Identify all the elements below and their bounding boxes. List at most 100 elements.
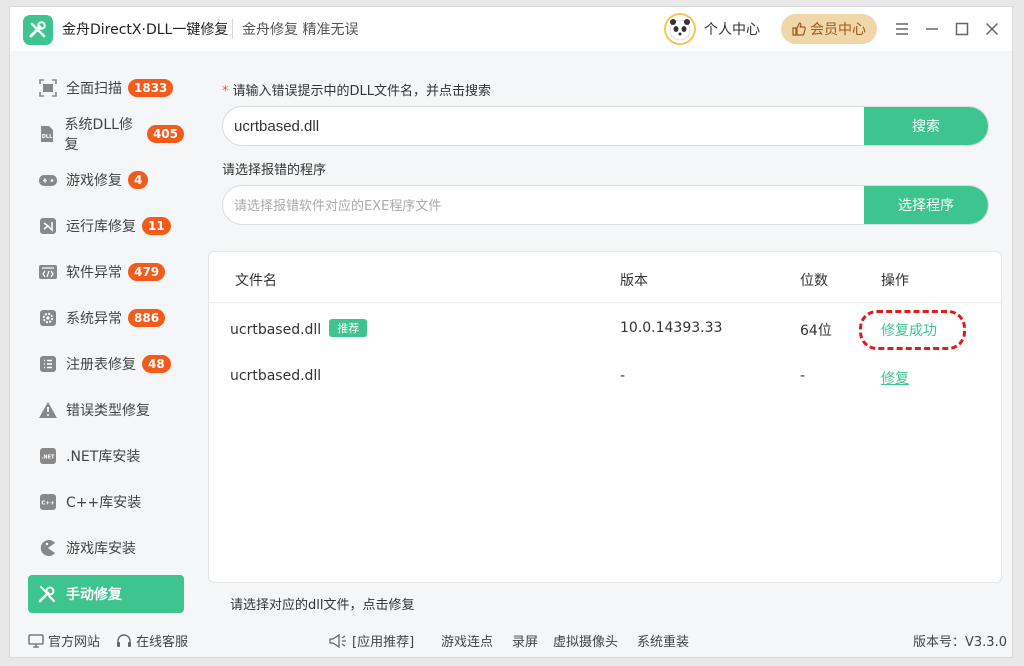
table-row-2-version: - bbox=[620, 368, 626, 384]
thumbs-up-icon bbox=[792, 22, 806, 36]
required-mark: * bbox=[222, 84, 229, 99]
close-button[interactable] bbox=[980, 17, 1004, 41]
sidebar-item-label: 系统异常 bbox=[66, 311, 122, 327]
minimize-button[interactable] bbox=[920, 17, 944, 41]
official-website-link[interactable]: 官方网站 bbox=[28, 631, 100, 650]
sidebar-item-cpp[interactable]: C++ C++库安装 bbox=[28, 483, 184, 521]
column-header-bits: 位数 bbox=[800, 273, 828, 289]
visual-studio-icon bbox=[38, 216, 58, 236]
count-badge: 479 bbox=[128, 263, 166, 281]
app-title: 金舟DirectX·DLL一键修复 bbox=[62, 22, 229, 38]
search-input[interactable] bbox=[223, 107, 863, 145]
table-row-2-bits: - bbox=[800, 368, 806, 384]
sidebar-item-registry-repair[interactable]: 注册表修复 48 bbox=[28, 345, 184, 383]
maximize-icon bbox=[955, 22, 969, 36]
count-badge: 405 bbox=[146, 125, 184, 143]
gamepad-icon bbox=[38, 170, 58, 190]
sidebar-item-label: 错误类型修复 bbox=[66, 403, 150, 419]
count-badge: 4 bbox=[128, 171, 149, 189]
cpp-icon: C++ bbox=[38, 492, 58, 512]
scan-icon bbox=[38, 78, 58, 98]
online-support-label: 在线客服 bbox=[136, 635, 189, 650]
title-bar: 金舟DirectX·DLL一键修复 金舟修复 精准无误 个人中心 会员中心 bbox=[10, 7, 1012, 51]
close-icon bbox=[985, 22, 999, 36]
vip-center-button[interactable]: 会员中心 bbox=[781, 14, 877, 44]
footer-link-screen-record[interactable]: 录屏 bbox=[512, 631, 538, 650]
title-divider bbox=[232, 19, 233, 39]
footer-link-virtual-camera[interactable]: 虚拟摄像头 bbox=[553, 631, 618, 650]
code-window-icon bbox=[38, 262, 58, 282]
select-program-button[interactable]: 选择程序 bbox=[864, 186, 988, 224]
official-website-label: 官方网站 bbox=[48, 635, 101, 650]
vip-center-label: 会员中心 bbox=[810, 22, 866, 38]
sidebar-item-full-scan[interactable]: 全面扫描 1833 bbox=[28, 69, 184, 107]
results-table: 文件名 版本 位数 操作 ucrtbased.dll 推荐 10.0.14393.… bbox=[208, 251, 1002, 583]
count-badge: 48 bbox=[142, 355, 171, 373]
app-slogan: 金舟修复 精准无误 bbox=[242, 22, 359, 38]
megaphone-icon bbox=[329, 633, 346, 648]
column-header-action: 操作 bbox=[881, 273, 909, 289]
dll-icon: DLL bbox=[38, 124, 57, 144]
sidebar-item-runtime-repair[interactable]: 运行库修复 11 bbox=[28, 207, 184, 245]
repair-hint: 请选择对应的dll文件，点击修复 bbox=[230, 598, 415, 613]
headset-icon bbox=[117, 633, 131, 647]
menu-button[interactable] bbox=[890, 17, 914, 41]
sidebar-item-label: .NET库安装 bbox=[66, 449, 141, 465]
table-row-2-filename: ucrtbased.dll bbox=[230, 368, 322, 384]
sidebar-item-label: 游戏修复 bbox=[66, 173, 122, 189]
sidebar-item-label: 注册表修复 bbox=[66, 357, 136, 373]
sidebar: 全面扫描 1833 DLL 系统DLL修复 405 游戏修复 4 运行库修复 1… bbox=[10, 51, 198, 621]
sidebar-item-game-lib[interactable]: 游戏库安装 bbox=[28, 529, 184, 567]
sidebar-item-system-error[interactable]: 系统异常 886 bbox=[28, 299, 184, 337]
version-label: 版本号：V3.3.0 bbox=[913, 635, 1007, 650]
online-support-link[interactable]: 在线客服 bbox=[116, 631, 188, 650]
list-icon bbox=[38, 354, 58, 374]
app-recommend-text: [应用推荐] bbox=[352, 635, 415, 650]
user-center-link[interactable]: 个人中心 bbox=[704, 19, 760, 39]
sidebar-item-label: C++库安装 bbox=[66, 495, 142, 511]
filename-text: ucrtbased.dll bbox=[230, 322, 322, 338]
svg-text:.NET: .NET bbox=[42, 455, 55, 461]
sidebar-item-software-error[interactable]: 软件异常 479 bbox=[28, 253, 184, 291]
sidebar-item-game-repair[interactable]: 游戏修复 4 bbox=[28, 161, 184, 199]
sidebar-item-label: 游戏库安装 bbox=[66, 541, 136, 557]
sidebar-item-label: 系统DLL修复 bbox=[64, 117, 133, 153]
hamburger-icon bbox=[896, 23, 908, 35]
sidebar-item-label: 运行库修复 bbox=[66, 219, 136, 235]
monitor-icon bbox=[28, 633, 44, 648]
search-button[interactable]: 搜索 bbox=[864, 107, 988, 145]
app-recommend-label: [应用推荐] bbox=[328, 631, 414, 650]
gear-icon bbox=[38, 308, 58, 328]
header-divider bbox=[209, 302, 1001, 303]
count-badge: 1833 bbox=[128, 79, 174, 97]
footer-link-system-reinstall[interactable]: 系统重装 bbox=[637, 631, 689, 650]
svg-text:C++: C++ bbox=[41, 501, 55, 507]
avatar[interactable] bbox=[664, 13, 696, 45]
sidebar-item-error-type[interactable]: 错误类型修复 bbox=[28, 391, 184, 429]
tools-icon bbox=[29, 21, 46, 38]
search-field: 搜索 bbox=[222, 106, 989, 146]
app-window: 金舟DirectX·DLL一键修复 金舟修复 精准无误 个人中心 会员中心 全面… bbox=[9, 6, 1013, 658]
footer: 官方网站 在线客服 [应用推荐] 游戏连点 录屏 虚拟摄像头 系统重装 版本号：… bbox=[10, 621, 1012, 657]
sidebar-item-dotnet[interactable]: .NET .NET库安装 bbox=[28, 437, 184, 475]
repair-link[interactable]: 修复 bbox=[881, 368, 909, 388]
sidebar-item-system-dll[interactable]: DLL 系统DLL修复 405 bbox=[28, 115, 184, 153]
sidebar-item-label: 全面扫描 bbox=[66, 81, 122, 97]
warning-icon bbox=[38, 400, 58, 420]
sidebar-item-label: 手动修复 bbox=[66, 587, 122, 603]
column-header-filename: 文件名 bbox=[235, 273, 277, 289]
column-header-version: 版本 bbox=[620, 273, 648, 289]
panda-avatar-icon bbox=[669, 19, 691, 41]
svg-text:DLL: DLL bbox=[42, 134, 53, 140]
sidebar-item-label: 软件异常 bbox=[66, 265, 122, 281]
app-logo bbox=[23, 15, 53, 45]
program-input[interactable] bbox=[223, 186, 863, 224]
pacman-icon bbox=[38, 538, 58, 558]
maximize-button[interactable] bbox=[950, 17, 974, 41]
table-row-1-filename: ucrtbased.dll 推荐 bbox=[230, 319, 368, 338]
sidebar-item-manual-repair[interactable]: 手动修复 bbox=[28, 575, 184, 613]
program-field: 选择程序 bbox=[222, 185, 989, 225]
minimize-icon bbox=[926, 28, 938, 30]
recommend-badge: 推荐 bbox=[329, 319, 368, 337]
footer-link-auto-clicker[interactable]: 游戏连点 bbox=[441, 631, 493, 650]
